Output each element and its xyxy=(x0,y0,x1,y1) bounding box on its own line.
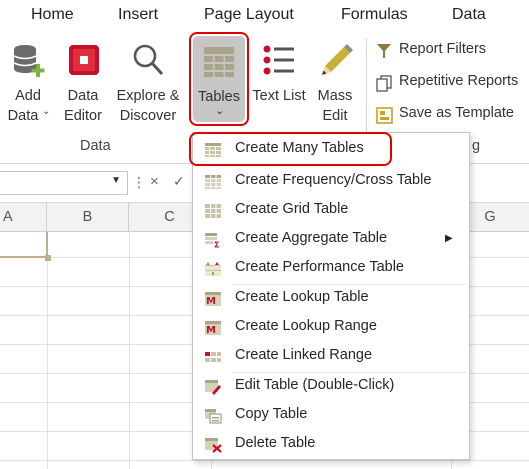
svg-text:Σ: Σ xyxy=(214,241,219,249)
tab-formulas[interactable]: Formulas xyxy=(341,6,408,24)
menu-item-copy-table[interactable]: Copy Table xyxy=(193,402,469,430)
fill-handle[interactable] xyxy=(45,255,51,261)
tab-page-layout[interactable]: Page Layout xyxy=(204,6,294,24)
template-icon xyxy=(376,107,393,124)
pencil-icon xyxy=(322,44,353,75)
save-as-template-label: Save as Template xyxy=(399,105,514,121)
cancel-icon[interactable]: × xyxy=(150,173,159,190)
name-box[interactable]: ▼ xyxy=(0,171,128,195)
menu-item-create-aggregate-table[interactable]: Σ Create Aggregate Table ▶ xyxy=(193,226,469,254)
data-editor-label-1: Data xyxy=(67,88,99,104)
menu-item-delete-table[interactable]: Delete Table xyxy=(193,431,469,459)
menu-item-label: Create Linked Range xyxy=(235,347,373,363)
delete-table-icon xyxy=(205,438,222,453)
enter-icon[interactable]: ✓ xyxy=(173,173,185,190)
menu-item-create-linked-range[interactable]: Create Linked Range xyxy=(193,343,469,371)
menu-item-label: Create Lookup Table xyxy=(235,289,369,305)
linked-range-icon xyxy=(205,352,221,362)
menu-item-label: Edit Table (Double-Click) xyxy=(235,377,395,393)
selected-cell[interactable] xyxy=(0,232,48,258)
tab-data[interactable]: Data xyxy=(452,6,486,24)
tables-highlight-outline xyxy=(189,32,249,126)
data-editor-icon xyxy=(69,45,99,75)
mass-edit-button[interactable]: Mass Edit xyxy=(312,34,358,132)
text-list-label: Text List xyxy=(252,88,306,104)
magnifier-icon xyxy=(133,44,164,76)
repetitive-reports-label: Repetitive Reports xyxy=(399,73,519,89)
submenu-arrow-icon: ▶ xyxy=(445,233,453,244)
tab-insert[interactable]: Insert xyxy=(118,6,158,24)
menu-item-label: Create Grid Table xyxy=(235,201,349,217)
menu-item-label: Create Frequency/Cross Table xyxy=(235,172,432,188)
aggregate-table-icon: Σ xyxy=(205,233,219,249)
formula-bar-grip-icon: ⋮ xyxy=(132,174,146,190)
grid-table-icon xyxy=(205,204,221,218)
explore-discover-button[interactable]: Explore & Discover xyxy=(112,34,184,132)
copy-pages-icon xyxy=(376,75,392,92)
column-header-b[interactable]: B xyxy=(47,203,129,231)
svg-text:M: M xyxy=(206,296,216,307)
lookup-range-icon: M xyxy=(205,321,221,336)
menu-item-create-grid-table[interactable]: Create Grid Table xyxy=(193,197,469,225)
lookup-table-icon: M xyxy=(205,292,221,307)
tables-dropdown-menu: Create Many Tables Create Frequency/Cros… xyxy=(189,132,470,460)
menu-item-label: Create Performance Table xyxy=(235,259,404,275)
group-label-data: Data xyxy=(80,138,111,154)
add-data-button[interactable]: Add Data ⌄ xyxy=(2,34,54,132)
menu-item-label: Create Lookup Range xyxy=(235,318,377,334)
menu-item-create-frequency-cross-table[interactable]: Create Frequency/Cross Table xyxy=(193,168,469,196)
column-header-a[interactable]: A xyxy=(0,203,47,231)
performance-table-icon xyxy=(205,262,221,276)
report-filters-button[interactable]: Report Filters xyxy=(374,40,529,64)
tab-home[interactable]: Home xyxy=(31,6,74,24)
filter-icon xyxy=(377,44,391,58)
repetitive-reports-button[interactable]: Repetitive Reports xyxy=(374,72,529,96)
name-box-dropdown-icon[interactable]: ▼ xyxy=(111,175,121,186)
frequency-table-icon xyxy=(205,175,221,189)
mass-edit-label-1: Mass xyxy=(317,88,353,104)
add-data-label-2: Data xyxy=(7,108,39,124)
menu-item-create-lookup-range[interactable]: M Create Lookup Range xyxy=(193,314,469,342)
create-many-tables-highlight-outline xyxy=(189,132,392,166)
data-editor-label-2: Editor xyxy=(64,108,102,124)
menu-item-create-performance-table[interactable]: Create Performance Table xyxy=(193,255,469,283)
ribbon-tabs: Home Insert Page Layout Formulas Data xyxy=(0,0,529,34)
copy-table-icon xyxy=(205,409,222,424)
add-data-label-1: Add xyxy=(15,88,41,104)
explore-label-2: Discover xyxy=(119,108,177,124)
edit-table-icon xyxy=(205,380,221,395)
text-list-button[interactable]: Text List xyxy=(250,34,308,132)
mass-edit-label-2: Edit xyxy=(322,108,348,124)
explore-label-1: Explore & xyxy=(116,88,180,104)
report-filters-label: Report Filters xyxy=(399,41,487,57)
database-add-icon xyxy=(13,45,45,77)
list-icon xyxy=(263,45,294,75)
save-as-template-button[interactable]: Save as Template xyxy=(374,104,529,128)
data-editor-button[interactable]: Data Editor xyxy=(60,34,106,132)
chevron-down-icon: ⌄ xyxy=(42,106,51,117)
group-label-partial: g xyxy=(472,138,481,154)
menu-item-label: Delete Table xyxy=(235,435,316,451)
svg-text:M: M xyxy=(206,325,216,336)
menu-item-edit-table[interactable]: Edit Table (Double-Click) xyxy=(193,373,469,401)
menu-item-label: Create Aggregate Table xyxy=(235,230,388,246)
menu-item-label: Copy Table xyxy=(235,406,308,422)
menu-item-create-lookup-table[interactable]: M Create Lookup Table xyxy=(193,285,469,313)
